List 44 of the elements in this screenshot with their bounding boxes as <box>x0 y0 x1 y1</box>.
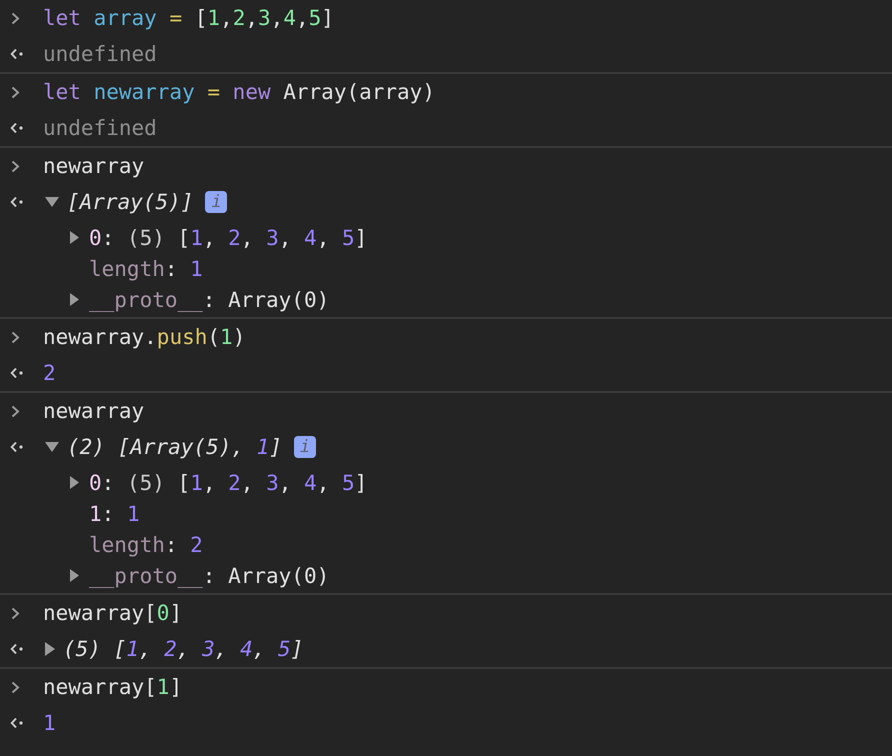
expand-triangle-icon[interactable] <box>70 476 79 489</box>
object-summary: [Array(5)] <box>67 189 194 216</box>
property-line: length: 2 <box>89 532 203 558</box>
result-icon <box>10 48 24 60</box>
result-value: 1 <box>43 710 56 737</box>
object-summary: (5) [1, 2, 3, 4, 5] <box>63 636 304 663</box>
prompt-icon <box>11 606 20 620</box>
code-line: let array = [1,2,3,4,5] <box>43 5 334 32</box>
expand-triangle-icon[interactable] <box>45 442 59 452</box>
prompt-icon <box>11 330 20 344</box>
result-icon <box>10 643 24 655</box>
result-value: undefined <box>43 41 157 68</box>
prompt-icon <box>11 86 20 98</box>
property-line: 1: 1 <box>89 500 140 528</box>
result-icon <box>10 441 24 453</box>
result-value: 2 <box>43 360 56 387</box>
result-value: undefined <box>43 115 157 142</box>
expand-triangle-icon[interactable] <box>45 197 59 207</box>
result-icon <box>10 196 24 208</box>
prompt-icon <box>11 680 20 694</box>
result-icon <box>10 122 24 134</box>
code-line: newarray <box>43 153 144 180</box>
prompt-icon <box>11 160 20 172</box>
info-badge[interactable]: i <box>205 191 228 213</box>
code-line: newarray.push(1) <box>43 324 246 351</box>
code-line: newarray <box>43 398 144 425</box>
object-summary: (2) [Array(5), 1] <box>67 434 282 461</box>
prompt-icon <box>11 404 20 418</box>
property-line: __proto__: Array(0) <box>89 286 330 314</box>
property-line: length: 1 <box>89 256 203 282</box>
info-badge[interactable]: i <box>294 436 316 458</box>
expand-triangle-icon[interactable] <box>70 293 79 306</box>
property-line: __proto__: Array(0) <box>89 562 330 590</box>
expand-triangle-icon[interactable] <box>45 642 55 656</box>
expand-triangle-icon[interactable] <box>70 569 79 582</box>
prompt-icon <box>11 12 20 24</box>
code-line: let newarray = new Array(array) <box>43 79 435 106</box>
code-line: newarray[1] <box>43 674 182 701</box>
property-line: 0: (5) [1, 2, 3, 4, 5] <box>89 224 368 252</box>
result-icon <box>10 717 24 729</box>
property-line: 0: (5) [1, 2, 3, 4, 5] <box>89 470 368 496</box>
expand-triangle-icon[interactable] <box>70 231 79 244</box>
result-icon <box>10 367 24 379</box>
code-line: newarray[0] <box>43 600 182 627</box>
